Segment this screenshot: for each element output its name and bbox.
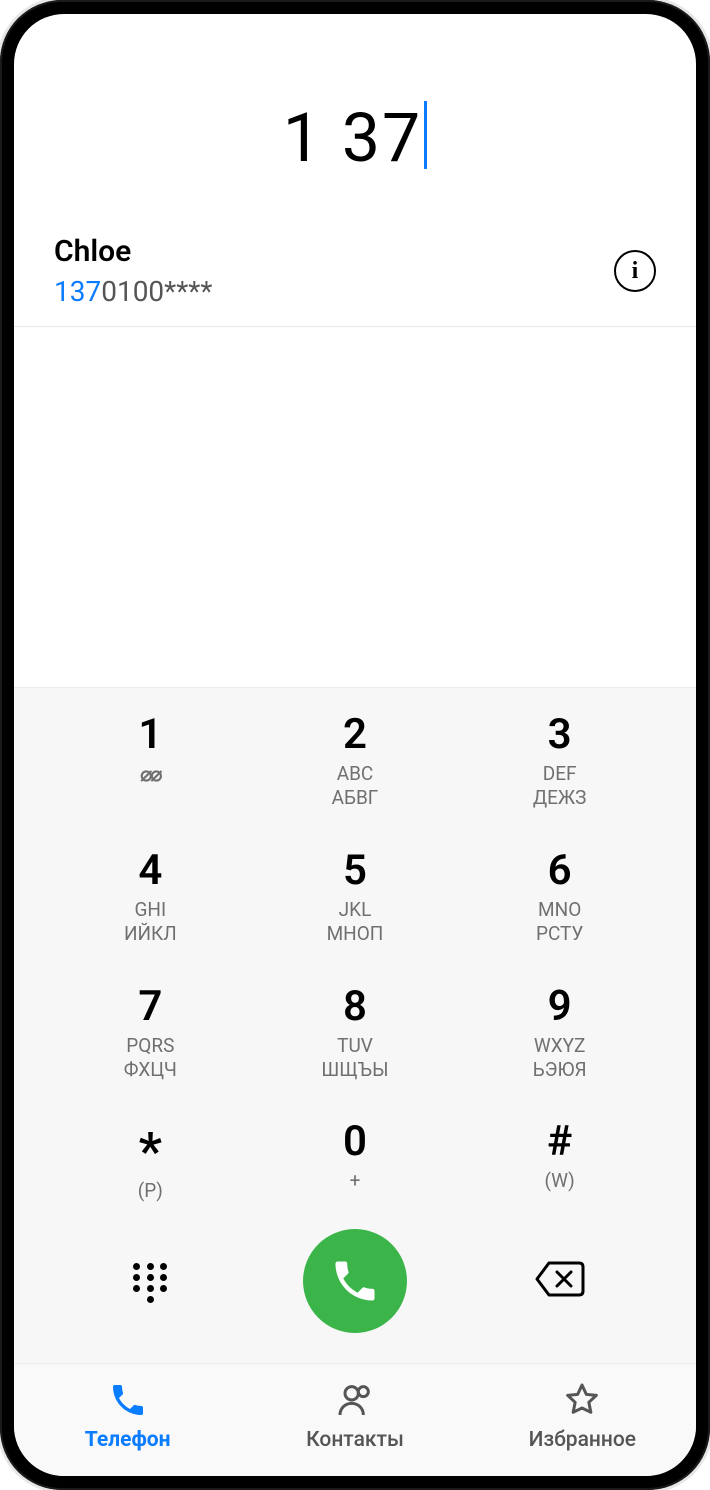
call-button[interactable] xyxy=(303,1229,407,1333)
key-3-digit: 3 xyxy=(457,714,662,756)
key-1-digit: 1 xyxy=(48,714,253,756)
key-6-sub: MNO xyxy=(457,898,662,922)
backspace-button[interactable] xyxy=(533,1259,587,1303)
key-hash-digit: # xyxy=(457,1121,662,1163)
key-5-sub2: МНОП xyxy=(253,922,458,946)
voicemail-icon: ⌀⌀ xyxy=(140,762,160,786)
key-5-sub: JKL xyxy=(253,898,458,922)
key-6[interactable]: 6 MNO РСТУ xyxy=(457,838,662,962)
key-7-digit: 7 xyxy=(48,986,253,1028)
key-0-sub: + xyxy=(253,1169,458,1193)
key-hash-sub: (W) xyxy=(457,1169,662,1193)
key-star[interactable]: * (P) xyxy=(48,1109,253,1219)
key-star-digit: * xyxy=(48,1121,253,1173)
key-8-sub2: ШЩЪЫ xyxy=(253,1058,458,1082)
dial-display: 1 37 xyxy=(14,14,696,234)
nav-contacts-label: Контакты xyxy=(306,1428,404,1452)
spacer xyxy=(14,327,696,687)
nav-favorites-label: Избранное xyxy=(529,1428,636,1452)
dialpad-toggle-icon[interactable] xyxy=(130,1261,170,1301)
suggestion-text: Chloe 1370100**** xyxy=(54,234,614,308)
key-9-sub: WXYZ xyxy=(457,1034,662,1058)
key-0-digit: 0 xyxy=(253,1121,458,1163)
phone-tab-icon xyxy=(108,1380,148,1420)
text-cursor xyxy=(424,101,427,169)
key-9-sub2: ЬЭЮЯ xyxy=(457,1058,662,1082)
suggestion-number: 1370100**** xyxy=(54,275,614,308)
key-9-digit: 9 xyxy=(457,986,662,1028)
key-7-sub2: ФХЦЧ xyxy=(48,1058,253,1082)
info-icon[interactable]: i xyxy=(614,250,656,292)
key-6-digit: 6 xyxy=(457,850,662,892)
contact-suggestion[interactable]: Chloe 1370100**** i xyxy=(14,234,696,327)
key-2[interactable]: 2 ABC АБВГ xyxy=(253,702,458,826)
dialed-number[interactable]: 1 37 xyxy=(283,98,423,178)
key-8[interactable]: 8 TUV ШЩЪЫ xyxy=(253,974,458,1098)
keypad: 1 ⌀⌀ 2 ABC АБВГ 3 DEF ДЕЖЗ 4 GHI ИЙКЛ 5 … xyxy=(14,687,696,1219)
key-4[interactable]: 4 GHI ИЙКЛ xyxy=(48,838,253,962)
key-4-digit: 4 xyxy=(48,850,253,892)
key-2-sub: ABC xyxy=(253,762,458,786)
contacts-tab-icon xyxy=(335,1380,375,1420)
favorites-tab-icon xyxy=(562,1380,602,1420)
key-hash[interactable]: # (W) xyxy=(457,1109,662,1219)
key-6-sub2: РСТУ xyxy=(457,922,662,946)
nav-phone[interactable]: Телефон xyxy=(14,1380,241,1452)
key-4-sub2: ИЙКЛ xyxy=(48,922,253,946)
nav-phone-label: Телефон xyxy=(85,1428,171,1452)
phone-frame: 1 37 Chloe 1370100**** i 1 ⌀⌀ 2 ABC АБВГ xyxy=(0,0,710,1490)
key-7[interactable]: 7 PQRS ФХЦЧ xyxy=(48,974,253,1098)
nav-contacts[interactable]: Контакты xyxy=(241,1380,468,1452)
backspace-icon xyxy=(533,1259,587,1299)
key-0[interactable]: 0 + xyxy=(253,1109,458,1219)
key-star-sub: (P) xyxy=(48,1179,253,1203)
key-5[interactable]: 5 JKL МНОП xyxy=(253,838,458,962)
key-4-sub: GHI xyxy=(48,898,253,922)
key-2-digit: 2 xyxy=(253,714,458,756)
key-3-sub: DEF xyxy=(457,762,662,786)
key-8-digit: 8 xyxy=(253,986,458,1028)
key-3[interactable]: 3 DEF ДЕЖЗ xyxy=(457,702,662,826)
key-8-sub: TUV xyxy=(253,1034,458,1058)
screen: 1 37 Chloe 1370100**** i 1 ⌀⌀ 2 ABC АБВГ xyxy=(14,14,696,1476)
key-1[interactable]: 1 ⌀⌀ xyxy=(48,702,253,826)
suggestion-number-match: 137 xyxy=(54,275,101,308)
key-9[interactable]: 9 WXYZ ЬЭЮЯ xyxy=(457,974,662,1098)
key-2-sub2: АБВГ xyxy=(253,786,458,810)
nav-favorites[interactable]: Избранное xyxy=(469,1380,696,1452)
suggestion-number-rest: 0100**** xyxy=(101,275,212,308)
key-3-sub2: ДЕЖЗ xyxy=(457,786,662,810)
action-row xyxy=(14,1219,696,1363)
suggestion-name: Chloe xyxy=(54,234,614,269)
key-7-sub: PQRS xyxy=(48,1034,253,1058)
phone-icon xyxy=(329,1255,381,1307)
key-5-digit: 5 xyxy=(253,850,458,892)
bottom-nav: Телефон Контакты Избранное xyxy=(14,1363,696,1476)
